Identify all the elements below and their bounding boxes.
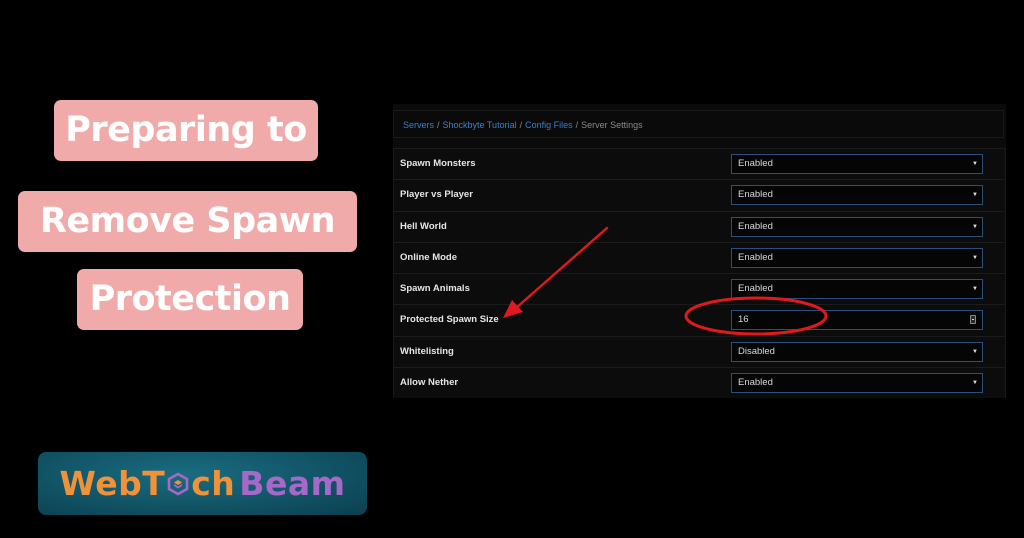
spawn-monsters-select[interactable]: Enabled ▼ xyxy=(731,154,983,174)
logo-text-ch: ch xyxy=(191,464,236,503)
setting-row-protected-spawn-size: Protected Spawn Size 16 xyxy=(394,304,1005,336)
setting-label: Whitelisting xyxy=(400,345,454,357)
select-value: Disabled xyxy=(738,345,775,357)
settings-list: Spawn Monsters Enabled ▼ Player vs Playe… xyxy=(393,148,1006,399)
breadcrumb-shockbyte-tutorial[interactable]: Shockbyte Tutorial xyxy=(443,120,517,130)
setting-label: Protected Spawn Size xyxy=(400,314,499,326)
breadcrumb-servers[interactable]: Servers xyxy=(403,120,434,130)
caret-down-icon: ▼ xyxy=(972,254,978,261)
setting-row-whitelisting: Whitelisting Disabled ▼ xyxy=(394,335,1005,368)
allow-nether-select[interactable]: Enabled ▼ xyxy=(731,373,983,394)
select-value: Enabled xyxy=(738,283,773,295)
server-settings-panel: Servers / Shockbyte Tutorial / Config Files /… xyxy=(393,104,1006,399)
online-mode-select[interactable]: Enabled ▼ xyxy=(731,247,983,268)
spawn-animals-select[interactable]: Enabled ▼ xyxy=(731,279,983,300)
player-vs-player-select[interactable]: Enabled ▼ xyxy=(731,185,983,206)
input-value: 16 xyxy=(738,314,749,326)
breadcrumb-separator: / xyxy=(575,120,579,130)
hexagon-cube-icon xyxy=(167,472,189,495)
caret-down-icon: ▼ xyxy=(972,161,978,167)
caret-down-icon: ▼ xyxy=(972,348,978,355)
title-line-1: Preparing to xyxy=(54,100,318,161)
title-line-3: Protection xyxy=(77,269,303,330)
select-value: Enabled xyxy=(738,220,773,232)
caret-down-icon: ▼ xyxy=(972,192,978,199)
setting-row-allow-nether: Allow Nether Enabled ▼ xyxy=(394,367,1005,399)
setting-row-spawn-animals: Spawn Animals Enabled ▼ xyxy=(394,273,1005,305)
setting-row-spawn-monsters: Spawn Monsters Enabled ▼ xyxy=(394,148,1005,180)
setting-label: Hell World xyxy=(400,220,447,232)
setting-row-online-mode: Online Mode Enabled ▼ xyxy=(394,241,1005,274)
webtechbeam-logo: WebT ch Beam xyxy=(38,452,367,515)
number-spinner-icon[interactable] xyxy=(970,315,976,325)
breadcrumb: Servers / Shockbyte Tutorial / Config Files /… xyxy=(393,110,1004,138)
breadcrumb-separator: / xyxy=(437,120,440,130)
setting-row-hell-world: Hell World Enabled ▼ xyxy=(394,210,1005,242)
setting-label: Player vs Player xyxy=(400,189,473,201)
breadcrumb-separator: / xyxy=(519,120,523,130)
protected-spawn-size-input[interactable]: 16 xyxy=(731,310,983,331)
thumbnail-canvas: Preparing to Remove Spawn Protection Web… xyxy=(0,0,1024,538)
select-value: Enabled xyxy=(738,189,773,201)
setting-label: Spawn Animals xyxy=(400,283,470,295)
breadcrumb-config-files[interactable]: Config Files xyxy=(525,120,573,130)
logo-text-beam: Beam xyxy=(239,464,346,503)
breadcrumb-server-settings: Server Settings xyxy=(581,120,643,130)
select-value: Enabled xyxy=(738,251,773,263)
title-line-2: Remove Spawn xyxy=(18,191,357,252)
caret-down-icon: ▼ xyxy=(972,223,978,230)
hell-world-select[interactable]: Enabled ▼ xyxy=(731,216,983,237)
whitelisting-select[interactable]: Disabled ▼ xyxy=(731,341,983,362)
setting-label: Online Mode xyxy=(400,251,457,263)
setting-label: Spawn Monsters xyxy=(400,158,476,169)
select-value: Enabled xyxy=(738,158,773,169)
select-value: Enabled xyxy=(738,377,773,389)
caret-down-icon: ▼ xyxy=(972,380,978,387)
setting-row-player-vs-player: Player vs Player Enabled ▼ xyxy=(394,179,1005,211)
setting-label: Allow Nether xyxy=(400,377,459,389)
caret-down-icon: ▼ xyxy=(972,286,978,293)
logo-text-web-t: WebT xyxy=(59,464,166,503)
